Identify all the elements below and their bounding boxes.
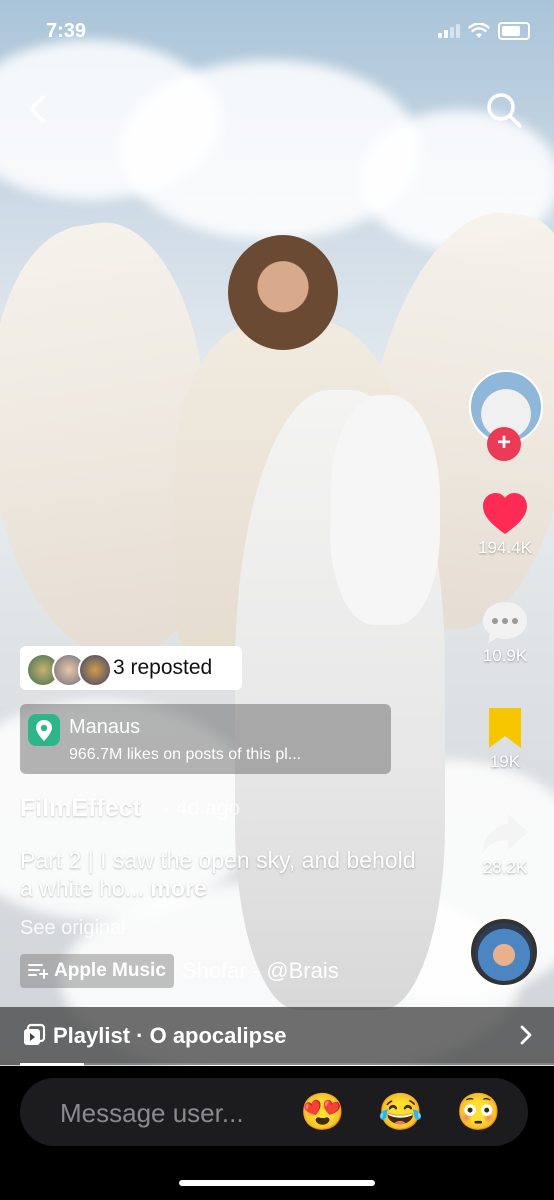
like-count: 194.4K <box>478 538 532 557</box>
status-icons <box>438 22 530 40</box>
share-count: 28.2K <box>482 858 528 877</box>
apple-music-chip[interactable]: Apple Music <box>20 954 174 988</box>
bookmark-icon <box>489 708 521 748</box>
comment-button[interactable]: 10.9K <box>465 600 545 666</box>
reposted-label: 3 reposted <box>113 656 213 679</box>
search-icon[interactable] <box>484 90 524 130</box>
tiktok-video-screen: 7:39 + 194.4K 10.9K 19K 28.2K 3 reposted… <box>0 0 554 1200</box>
sound-disc[interactable] <box>471 919 537 985</box>
message-input[interactable]: Message user... 😍 😂 😳 <box>20 1078 528 1146</box>
music-service-label: Apple Music <box>54 960 166 981</box>
save-button[interactable]: 19K <box>465 706 545 772</box>
share-arrow-icon <box>482 814 528 854</box>
caption-text: Part 2 | I saw the open sky, and behold … <box>20 847 416 901</box>
see-original-link[interactable]: See original <box>20 917 126 940</box>
caption-more-link[interactable]: more <box>150 875 206 901</box>
wifi-icon <box>468 23 490 38</box>
follow-plus-icon[interactable]: + <box>487 427 521 461</box>
home-indicator <box>179 1180 375 1186</box>
post-time-ago: · 4d ago <box>163 797 241 820</box>
like-button[interactable]: 194.4K <box>465 492 545 558</box>
reposter-avatars <box>26 651 112 687</box>
avatar <box>78 653 112 687</box>
message-placeholder: Message user... <box>60 1098 244 1128</box>
cellular-signal-icon <box>438 24 460 38</box>
playlist-icon <box>24 1023 46 1045</box>
status-time: 7:39 <box>46 20 87 42</box>
comment-icon <box>483 602 527 643</box>
heart-icon <box>483 493 527 534</box>
location-pin-icon <box>28 714 60 746</box>
music-row[interactable]: Apple Music Shofar - @Brais <box>20 954 339 988</box>
save-count: 19K <box>489 752 521 771</box>
status-bar: 7:39 <box>0 0 554 60</box>
playlist-label: Playlist · O apocalipse <box>53 1023 287 1048</box>
chevron-left-icon[interactable] <box>22 92 56 126</box>
location-subtitle: 966.7M likes on posts of this pl... <box>69 746 302 763</box>
emoji-tears-of-joy-button[interactable]: 😂 <box>378 1090 423 1134</box>
emoji-flushed-button[interactable]: 😳 <box>456 1090 501 1134</box>
location-name: Manaus <box>69 716 141 738</box>
battery-icon <box>498 22 530 40</box>
share-button[interactable]: 28.2K <box>465 812 545 878</box>
location-tag[interactable]: Manaus 966.7M likes on posts of this pl.… <box>20 704 391 774</box>
emoji-heart-eyes-button[interactable]: 😍 <box>300 1090 345 1134</box>
music-track-title: Shofar - @Brais <box>181 958 339 983</box>
playlist-bar[interactable]: Playlist · O apocalipse <box>0 1007 554 1065</box>
reposted-chip[interactable]: 3 reposted <box>20 646 242 690</box>
bottom-bar: Message user... 😍 😂 😳 <box>0 1066 554 1200</box>
music-list-icon <box>28 964 48 979</box>
comment-count: 10.9K <box>482 646 528 665</box>
post-caption[interactable]: Part 2 | I saw the open sky, and behold … <box>20 846 420 902</box>
chevron-right-icon[interactable] <box>516 1024 536 1046</box>
author-name[interactable]: FilmEffect <box>20 794 141 823</box>
